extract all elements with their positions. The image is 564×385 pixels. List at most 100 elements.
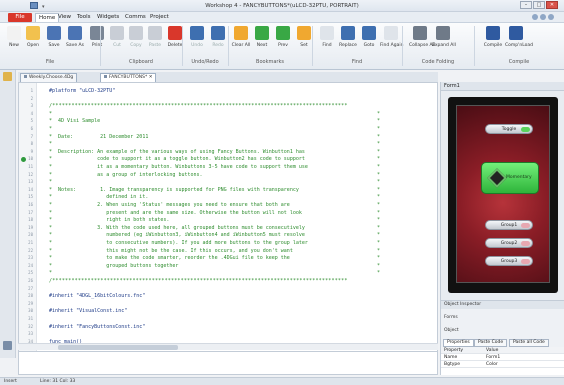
form-title: Form1: [441, 82, 564, 91]
menu-file[interactable]: File: [8, 13, 32, 22]
tab-weekly[interactable]: Weekly.Choose.4Dg: [20, 73, 78, 82]
menu-tools[interactable]: Tools: [74, 13, 94, 22]
doc-icon: [24, 75, 27, 78]
ribbon-button-label: Undo: [191, 43, 203, 48]
ribbon-button-label: Redo: [212, 43, 224, 48]
tab-label: FANCYBUTTONS*: [109, 75, 148, 80]
tab-paste-all-code[interactable]: Paste all Code: [509, 339, 549, 347]
next-icon: [255, 26, 269, 40]
clear-all-icon: [234, 26, 248, 40]
settings-icon[interactable]: [540, 14, 546, 20]
ribbon-group-label: Find: [351, 59, 363, 65]
ribbon-group-label: Code Folding: [421, 59, 455, 65]
clear-all-button[interactable]: Clear All: [230, 26, 252, 56]
line-number: 20: [28, 232, 33, 238]
property-row[interactable]: Name Form1: [441, 354, 564, 361]
tab-properties[interactable]: Properties: [443, 339, 474, 347]
line-number: 12: [28, 171, 33, 177]
minimize-button[interactable]: –: [520, 1, 532, 9]
menu-view[interactable]: View: [55, 13, 74, 22]
find-button[interactable]: Find: [316, 26, 338, 56]
code-line: * it as a momentary button. Winbuttons 3…: [49, 164, 308, 170]
line-number: 32: [28, 323, 33, 329]
ribbon-button-label: Comp'nLoad: [505, 43, 534, 48]
collapse-all-button[interactable]: Collapse All: [409, 26, 435, 56]
group1-button-widget[interactable]: Group1: [485, 220, 533, 230]
next-button[interactable]: Next: [251, 26, 273, 56]
open-folder-button[interactable]: Open: [22, 26, 44, 56]
document-tabs: Weekly.Choose.4Dg FANCYBUTTONS* ✕: [18, 72, 438, 82]
code-line: * present and are the same size. Otherwi…: [49, 209, 302, 216]
line-number: 9: [30, 148, 33, 154]
replace-button[interactable]: Replace: [337, 26, 359, 56]
undo-button[interactable]: Undo: [186, 26, 208, 56]
redo-button[interactable]: Redo: [207, 26, 229, 56]
comment-border: *: [377, 186, 381, 193]
code-line: * grouped buttons together: [49, 262, 179, 269]
comment-border: /***************************************…: [49, 278, 348, 284]
line-number: 21: [28, 240, 33, 245]
save-button[interactable]: Save: [43, 26, 65, 56]
prev-button[interactable]: Prev: [272, 26, 294, 56]
properties-grid: Property Value Name Form1 Bgtype Color: [440, 347, 564, 375]
line-number: 31: [28, 316, 33, 321]
folder-icon[interactable]: [3, 72, 12, 81]
panel-icon[interactable]: [3, 341, 12, 350]
tab-paste-code[interactable]: Paste Code: [474, 339, 508, 347]
property-value: Form1: [486, 355, 501, 360]
close-button[interactable]: ✕: [546, 1, 558, 9]
tab-fancybuttons[interactable]: FANCYBUTTONS* ✕: [100, 73, 157, 82]
save-icon: [47, 26, 61, 40]
widget-label: Group2: [500, 241, 518, 246]
group3-button-widget[interactable]: Group3: [485, 256, 533, 266]
copy-icon: [129, 26, 143, 40]
menu-project[interactable]: Project: [147, 13, 172, 22]
comment-border: *: [377, 118, 381, 125]
print-button[interactable]: Print: [86, 26, 108, 56]
line-number: 3: [30, 103, 33, 109]
comment-border: *: [377, 164, 381, 170]
bookmark-icon[interactable]: [21, 157, 26, 163]
ribbon-button-label: Open: [26, 43, 40, 48]
code-line: * 4D Visi Sample: [49, 118, 101, 125]
menu-comms[interactable]: Comms: [122, 13, 149, 22]
compile-button[interactable]: Compile: [482, 26, 504, 56]
ribbon-group-label: Undo/Redo: [191, 59, 219, 65]
info-icon[interactable]: [548, 14, 554, 20]
code-line: #platform "uLCD-32PTU": [49, 88, 116, 94]
toggle-button-widget[interactable]: Toggle: [485, 124, 533, 134]
line-number: 5: [30, 118, 33, 124]
save-as-button[interactable]: Save As: [64, 26, 86, 56]
group2-button-widget[interactable]: Group2: [485, 238, 533, 248]
expand-all-button[interactable]: Expand All: [432, 26, 456, 56]
find-again-button[interactable]: Find Again: [380, 26, 404, 56]
compile-load-button[interactable]: Comp'nLoad: [505, 26, 534, 56]
comment-border: *: [377, 133, 381, 140]
paste-icon: [148, 26, 162, 40]
line-number-gutter: 1 2 3 4 5 6 7 8 9 10 11 12 13 14 15 16 17 18 19 20 21 22 23 24 2…: [19, 83, 37, 351]
ribbon-button-label: Find Again: [380, 43, 404, 48]
ribbon-button-label: Save: [48, 43, 60, 48]
maximize-button[interactable]: □: [533, 1, 545, 9]
code-line: #inherit "VisualConst.inc": [49, 308, 128, 315]
goto-button[interactable]: Goto: [358, 26, 380, 56]
comment-border: *: [377, 255, 381, 262]
line-number: 27: [28, 285, 33, 291]
ribbon-button-label: Prev: [278, 43, 288, 48]
code-editor[interactable]: 1 2 3 4 5 6 7 8 9 10 11 12 13 14 15 16 17 18 19 20 21 22 23 24 2…: [18, 82, 438, 352]
ribbon-options: [530, 14, 556, 20]
comment-border: *: [377, 110, 381, 117]
paste-button[interactable]: Paste: [144, 26, 166, 56]
horizontal-scrollbar[interactable]: [18, 343, 438, 350]
property-row[interactable]: Bgtype Color: [441, 361, 564, 368]
property-row[interactable]: Property Value: [441, 347, 564, 354]
line-number: 13: [28, 179, 33, 185]
help-icon[interactable]: [532, 14, 538, 20]
forms-label: Forms: [444, 315, 458, 320]
scrollbar-thumb[interactable]: [58, 345, 178, 350]
delete-icon: [168, 26, 182, 40]
momentary-button-widget[interactable]: Momentary: [481, 162, 539, 194]
tab-close-icon[interactable]: ✕: [149, 75, 153, 80]
menu-widgets[interactable]: Widgets: [94, 13, 122, 22]
line-number: 2: [30, 95, 33, 101]
